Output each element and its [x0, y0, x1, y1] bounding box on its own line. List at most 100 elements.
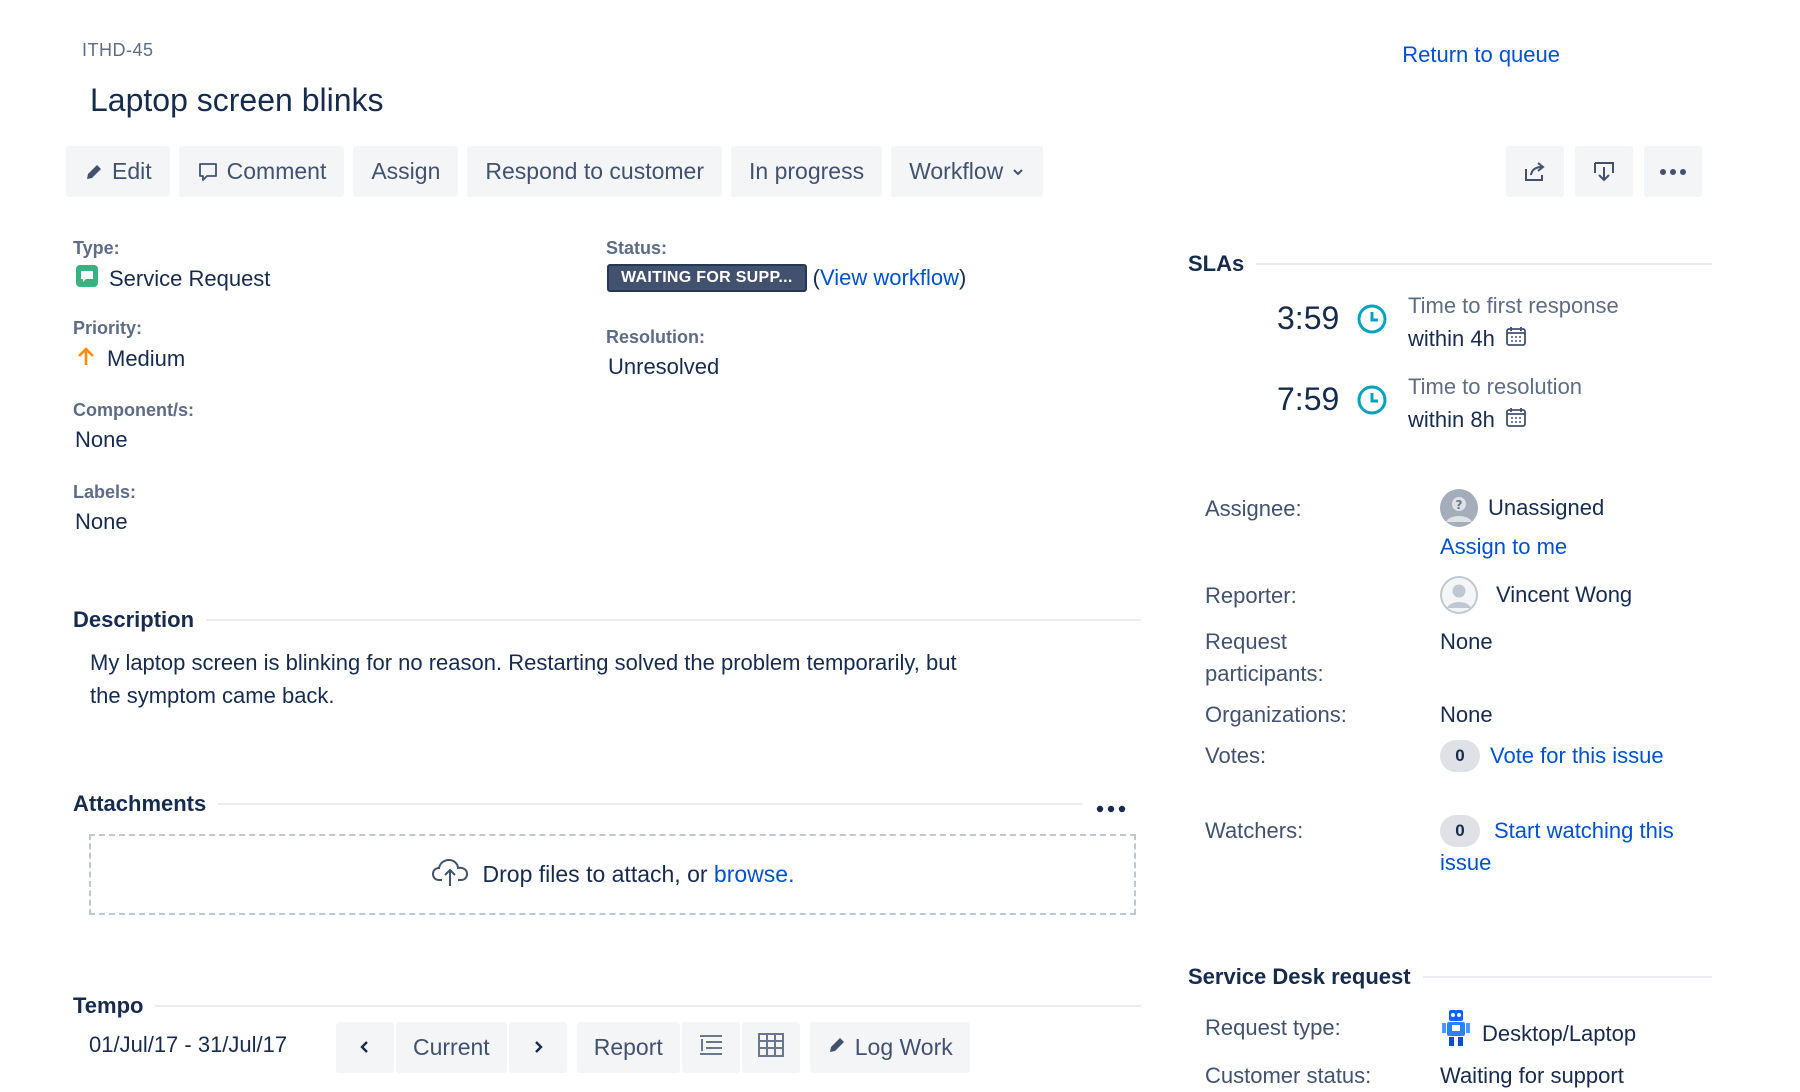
start-watching-link-continued[interactable]: issue — [1440, 850, 1491, 876]
divider — [218, 803, 1083, 805]
votes-value: 0 Vote for this issue — [1440, 740, 1664, 772]
more-actions-button[interactable] — [1644, 146, 1702, 197]
request-participants-label: Request participants: — [1205, 626, 1324, 690]
clock-icon — [1356, 303, 1388, 340]
participants-label-line: Request — [1205, 629, 1287, 654]
list-icon — [698, 1033, 724, 1063]
assign-to-me-link[interactable]: Assign to me — [1440, 534, 1567, 560]
labels-value: None — [75, 509, 128, 534]
service-request-icon — [75, 264, 99, 294]
description-section-header: Description — [73, 607, 1141, 633]
description-line: the symptom came back. — [90, 683, 335, 708]
sla-resolution-label: Time to resolution — [1408, 374, 1583, 399]
more-icon — [1096, 800, 1126, 817]
tempo-next-button[interactable] — [508, 1022, 567, 1073]
sla-within-text: within 8h — [1408, 407, 1495, 432]
clock-icon — [1356, 384, 1388, 421]
attachments-more-button[interactable] — [1096, 800, 1126, 818]
view-workflow-paren-open: ( — [812, 265, 820, 290]
assignee-value[interactable]: ? Unassigned — [1440, 489, 1604, 527]
tempo-prev-button[interactable] — [336, 1022, 394, 1073]
divider — [1422, 976, 1712, 978]
page-title: Laptop screen blinks — [90, 82, 384, 118]
issue-key[interactable]: ITHD-45 — [82, 40, 154, 61]
comment-icon — [197, 161, 219, 183]
issue-toolbar: Edit Comment Assign Respond to customer … — [66, 146, 1044, 197]
type-value-text: Service Request — [109, 266, 271, 291]
assignee-label: Assignee: — [1205, 496, 1302, 521]
avatar — [1440, 576, 1478, 614]
votes-count-badge: 0 — [1440, 740, 1480, 772]
export-button[interactable] — [1575, 146, 1633, 197]
unassigned-avatar: ? — [1440, 489, 1478, 527]
divider — [206, 619, 1141, 621]
divider — [155, 1005, 1141, 1007]
sla-resolution-goal: within 8h — [1408, 406, 1527, 434]
priority-value-text: Medium — [107, 346, 186, 371]
service-desk-heading: Service Desk request — [1188, 964, 1411, 989]
assign-button[interactable]: Assign — [353, 146, 459, 197]
workflow-dropdown[interactable]: Workflow — [891, 146, 1044, 197]
service-desk-section-header: Service Desk request — [1188, 964, 1712, 990]
in-progress-button[interactable]: In progress — [731, 146, 883, 197]
edit-button-label: Edit — [112, 158, 152, 184]
share-button[interactable] — [1506, 146, 1564, 197]
vote-for-issue-link[interactable]: Vote for this issue — [1490, 743, 1664, 769]
watchers-value: 0 Start watching this — [1440, 815, 1674, 847]
comment-button-label: Comment — [226, 158, 327, 184]
tempo-section-header: Tempo — [73, 993, 1141, 1019]
sla-first-response-time: 3:59 — [1277, 300, 1340, 336]
tempo-heading: Tempo — [73, 993, 144, 1018]
tempo-report-button[interactable]: Report — [576, 1022, 680, 1073]
priority-value: Medium — [75, 345, 185, 373]
pencil-icon — [84, 162, 104, 182]
type-value: Service Request — [75, 264, 270, 294]
tempo-date-range: 01/Jul/17 - 31/Jul/17 — [89, 1032, 288, 1057]
request-participants-value: None — [1440, 629, 1493, 654]
sla-within-text: within 4h — [1408, 326, 1495, 351]
in-progress-button-label: In progress — [749, 158, 865, 184]
attachment-dropzone[interactable]: Drop files to attach, or browse. — [89, 834, 1136, 915]
comment-button[interactable]: Comment — [178, 146, 345, 197]
attachments-section-header: Attachments — [73, 791, 1083, 817]
organizations-value: None — [1440, 702, 1493, 727]
more-icon — [1659, 168, 1687, 176]
log-work-button[interactable]: Log Work — [809, 1022, 970, 1073]
return-to-queue-link[interactable]: Return to queue — [1402, 42, 1560, 68]
calendar-icon — [1505, 406, 1527, 434]
chevron-down-icon — [1011, 165, 1025, 179]
slas-heading: SLAs — [1188, 251, 1245, 276]
respond-to-customer-button[interactable]: Respond to customer — [467, 146, 723, 197]
tempo-current-button[interactable]: Current — [396, 1022, 507, 1073]
description-text[interactable]: My laptop screen is blinking for no reas… — [90, 646, 1080, 712]
grid-icon — [757, 1032, 784, 1063]
attachments-heading: Attachments — [73, 791, 207, 816]
share-icon — [1522, 159, 1548, 185]
status-label: Status: — [606, 238, 668, 258]
reporter-name: Vincent Wong — [1496, 582, 1633, 607]
start-watching-link[interactable]: Start watching this — [1494, 818, 1674, 844]
watchers-count-badge: 0 — [1440, 815, 1480, 847]
description-line: My laptop screen is blinking for no reas… — [90, 650, 957, 675]
resolution-value: Unresolved — [608, 354, 720, 379]
reporter-label: Reporter: — [1205, 583, 1297, 608]
browse-link[interactable]: browse. — [714, 861, 795, 887]
pencil-icon — [827, 1034, 847, 1061]
view-workflow-link[interactable]: View workflow — [820, 265, 959, 290]
tempo-list-view-button[interactable] — [681, 1022, 740, 1073]
status-value: WAITING FOR SUPP... (View workflow) — [607, 264, 966, 292]
divider — [1256, 263, 1712, 265]
calendar-icon — [1505, 325, 1527, 353]
edit-button[interactable]: Edit — [66, 146, 170, 197]
reporter-value[interactable]: Vincent Wong — [1440, 576, 1632, 614]
chevron-left-icon — [358, 1034, 372, 1061]
assign-button-label: Assign — [371, 158, 441, 184]
tempo-toolbar: Current Report Log Work — [336, 1022, 970, 1073]
slas-section-header: SLAs — [1188, 251, 1712, 277]
sla-resolution-time: 7:59 — [1277, 381, 1340, 417]
drop-files-text: Drop files to attach, or — [482, 861, 714, 887]
sla-first-response-goal: within 4h — [1408, 325, 1527, 353]
tempo-grid-view-button[interactable] — [741, 1022, 800, 1073]
request-type-value: Desktop/Laptop — [1440, 1008, 1636, 1059]
chevron-right-icon — [531, 1034, 545, 1061]
